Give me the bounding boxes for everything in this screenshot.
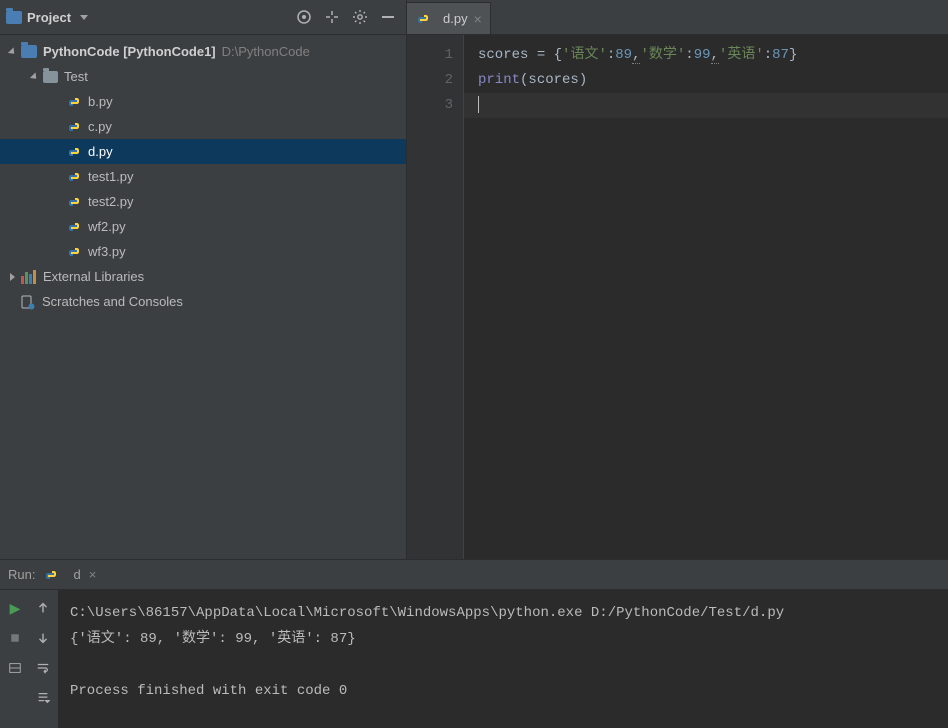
run-label: Run: (8, 567, 35, 582)
tree-file[interactable]: wf3.py (0, 239, 406, 264)
line-number: 2 (407, 68, 453, 93)
close-icon[interactable]: × (474, 11, 482, 27)
editor-tabs: d.py × (407, 0, 948, 35)
project-toolbar (296, 9, 400, 25)
python-file-icon (66, 169, 82, 185)
file-label: c.py (88, 119, 112, 134)
project-folder-icon (6, 11, 22, 24)
tree-file[interactable]: c.py (0, 114, 406, 139)
file-label: test1.py (88, 169, 134, 184)
run-header: Run: d × (0, 560, 948, 590)
tree-external-libraries[interactable]: External Libraries (0, 264, 406, 289)
project-title[interactable]: Project (6, 10, 296, 25)
run-toolbar: ▶ (0, 590, 58, 728)
python-file-icon (66, 194, 82, 210)
tree-file[interactable]: test2.py (0, 189, 406, 214)
tree-file[interactable]: b.py (0, 89, 406, 114)
console-line: Process finished with exit code 0 (70, 678, 936, 704)
chevron-down-icon[interactable] (30, 72, 39, 81)
scratches-label: Scratches and Consoles (42, 294, 183, 309)
module-folder-icon (21, 45, 37, 58)
root-path: D:\PythonCode (222, 44, 310, 59)
library-icon (21, 270, 37, 284)
project-tree[interactable]: PythonCode [PythonCode1] D:\PythonCode T… (0, 35, 406, 559)
main-split: Project (0, 0, 948, 560)
python-file-icon (415, 11, 431, 27)
code-area[interactable]: scores = {'语文':89,'数学':99,'英语':87} print… (464, 35, 948, 559)
stop-icon[interactable] (3, 626, 27, 650)
editor-panel: d.py × 1 2 3 scores = {'语文':89,'数学':99,'… (407, 0, 948, 559)
tree-folder-test[interactable]: Test (0, 64, 406, 89)
tab-d-py[interactable]: d.py × (407, 2, 491, 34)
scratches-icon (20, 294, 36, 310)
chevron-down-icon (80, 15, 88, 20)
console-output[interactable]: C:\Users\86157\AppData\Local\Microsoft\W… (58, 590, 948, 728)
chevron-down-icon[interactable] (8, 47, 17, 56)
code-editor[interactable]: 1 2 3 scores = {'语文':89,'数学':99,'英语':87}… (407, 35, 948, 559)
scroll-to-end-icon[interactable] (31, 686, 55, 710)
console-line: C:\Users\86157\AppData\Local\Microsoft\W… (70, 600, 936, 626)
line-number: 1 (407, 43, 453, 68)
up-icon[interactable] (31, 596, 55, 620)
folder-label: Test (64, 69, 88, 84)
file-label: d.py (88, 144, 113, 159)
project-label: Project (27, 10, 71, 25)
tree-file[interactable]: test1.py (0, 164, 406, 189)
line-number: 3 (407, 93, 453, 118)
chevron-right-icon[interactable] (10, 273, 15, 281)
python-file-icon (66, 244, 82, 260)
tab-label: d.py (443, 11, 468, 26)
file-label: wf3.py (88, 244, 126, 259)
python-file-icon (66, 144, 82, 160)
run-panel: Run: d × ▶ (0, 560, 948, 728)
folder-icon (43, 71, 58, 83)
file-label: wf2.py (88, 219, 126, 234)
close-icon[interactable]: × (89, 567, 97, 582)
console-line: {'语文': 89, '数学': 99, '英语': 87} (70, 626, 936, 652)
tree-file[interactable]: d.py (0, 139, 406, 164)
external-libraries-label: External Libraries (43, 269, 144, 284)
python-file-icon (66, 219, 82, 235)
gutter: 1 2 3 (407, 35, 464, 559)
python-file-icon (66, 119, 82, 135)
file-label: b.py (88, 94, 113, 109)
code-line-1[interactable]: scores = {'语文':89,'数学':99,'英语':87} (478, 43, 948, 68)
project-panel: Project (0, 0, 407, 559)
spacer (3, 686, 27, 710)
console-line (70, 652, 936, 678)
file-label: test2.py (88, 194, 134, 209)
tree-file[interactable]: wf2.py (0, 214, 406, 239)
run-config-name[interactable]: d (73, 567, 80, 582)
expand-all-icon[interactable] (324, 9, 340, 25)
gear-icon[interactable] (352, 9, 368, 25)
run-body: ▶ (0, 590, 948, 728)
layout-icon[interactable] (3, 656, 27, 680)
select-open-file-icon[interactable] (296, 9, 312, 25)
python-file-icon (66, 94, 82, 110)
rerun-icon[interactable]: ▶ (3, 596, 27, 620)
down-icon[interactable] (31, 626, 55, 650)
python-file-icon (43, 567, 59, 583)
hide-icon[interactable] (380, 9, 396, 25)
project-header: Project (0, 0, 406, 35)
root-name: PythonCode (43, 44, 120, 59)
root-extra: [PythonCode1] (123, 44, 215, 59)
code-line-2[interactable]: print(scores) (478, 68, 948, 93)
tree-root[interactable]: PythonCode [PythonCode1] D:\PythonCode (0, 39, 406, 64)
code-line-3[interactable] (478, 93, 948, 118)
tree-scratches[interactable]: Scratches and Consoles (0, 289, 406, 314)
text-cursor (478, 96, 479, 113)
soft-wrap-icon[interactable] (31, 656, 55, 680)
